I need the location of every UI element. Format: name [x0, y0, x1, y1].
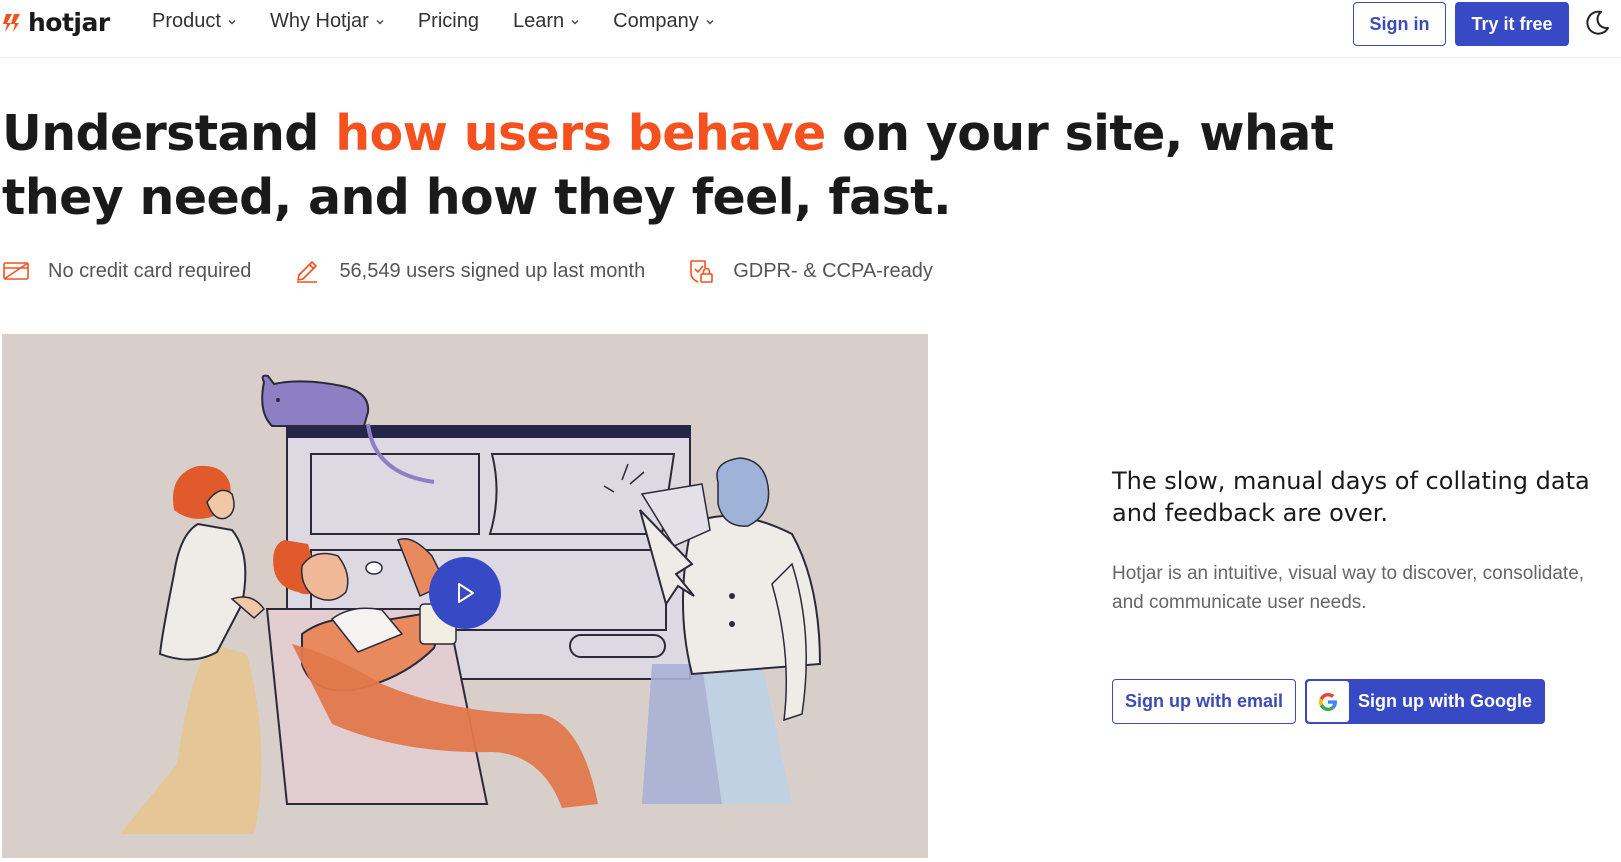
hero-video-illustration[interactable]	[2, 334, 928, 858]
pencil-icon	[297, 261, 318, 283]
shield-lock-icon	[690, 260, 714, 283]
nav-label: Why Hotjar	[269, 10, 369, 32]
hotjar-flame-icon	[3, 13, 20, 32]
chevron-down-icon	[228, 19, 236, 24]
trust-badges: No credit card required 56,549 users sig…	[2, 257, 975, 285]
badge-label: GDPR- & CCPA-ready	[733, 259, 933, 282]
headline-text: Understand	[2, 105, 336, 162]
nav-label: Learn	[512, 10, 565, 32]
nav-item-product[interactable]: Product	[152, 10, 236, 33]
badge-no-credit-card: No credit card required	[2, 257, 251, 285]
badge-label: 56,549 users signed up last month	[339, 259, 646, 282]
chevron-down-icon	[571, 19, 579, 24]
badge-signups: 56,549 users signed up last month	[293, 257, 645, 285]
hero-headline: Understand how users behave on your site…	[2, 102, 1402, 230]
nav-label: Product	[152, 10, 221, 32]
google-icon	[1319, 692, 1337, 711]
sign-up-google-button[interactable]: Sign up with Google	[1305, 679, 1545, 724]
nav-item-company[interactable]: Company	[613, 10, 714, 33]
moon-icon[interactable]	[1582, 8, 1612, 38]
google-logo-container	[1307, 681, 1349, 722]
nav-label: Pricing	[417, 10, 479, 32]
credit-card-off-icon	[3, 262, 29, 280]
badge-label: No credit card required	[48, 259, 252, 282]
headline-accent: how users behave	[335, 105, 826, 162]
chevron-down-icon	[706, 19, 714, 24]
side-heading: The slow, manual days of collating data …	[1112, 467, 1590, 527]
nav-item-pricing[interactable]: Pricing	[418, 10, 479, 33]
nav-label: Company	[613, 10, 699, 32]
site-header: hotjar Product Why Hotjar Pricing Learn …	[0, 0, 1621, 58]
try-it-free-button[interactable]: Try it free	[1455, 2, 1569, 46]
nav-item-learn[interactable]: Learn	[513, 10, 579, 33]
main-nav: Product Why Hotjar Pricing Learn Company	[152, 10, 748, 33]
sign-up-email-button[interactable]: Sign up with email	[1112, 679, 1296, 724]
google-button-label: Sign up with Google	[1358, 691, 1532, 711]
sign-in-button[interactable]: Sign in	[1353, 2, 1446, 46]
badge-gdpr: GDPR- & CCPA-ready	[687, 257, 933, 285]
nav-item-why-hotjar[interactable]: Why Hotjar	[270, 10, 384, 33]
chevron-down-icon	[376, 19, 384, 24]
play-video-button[interactable]	[429, 557, 501, 629]
hotjar-logo[interactable]: hotjar	[2, 8, 110, 37]
play-icon	[458, 583, 474, 603]
side-description: Hotjar is an intuitive, visual way to di…	[1112, 563, 1585, 613]
logo-text: hotjar	[28, 8, 110, 37]
